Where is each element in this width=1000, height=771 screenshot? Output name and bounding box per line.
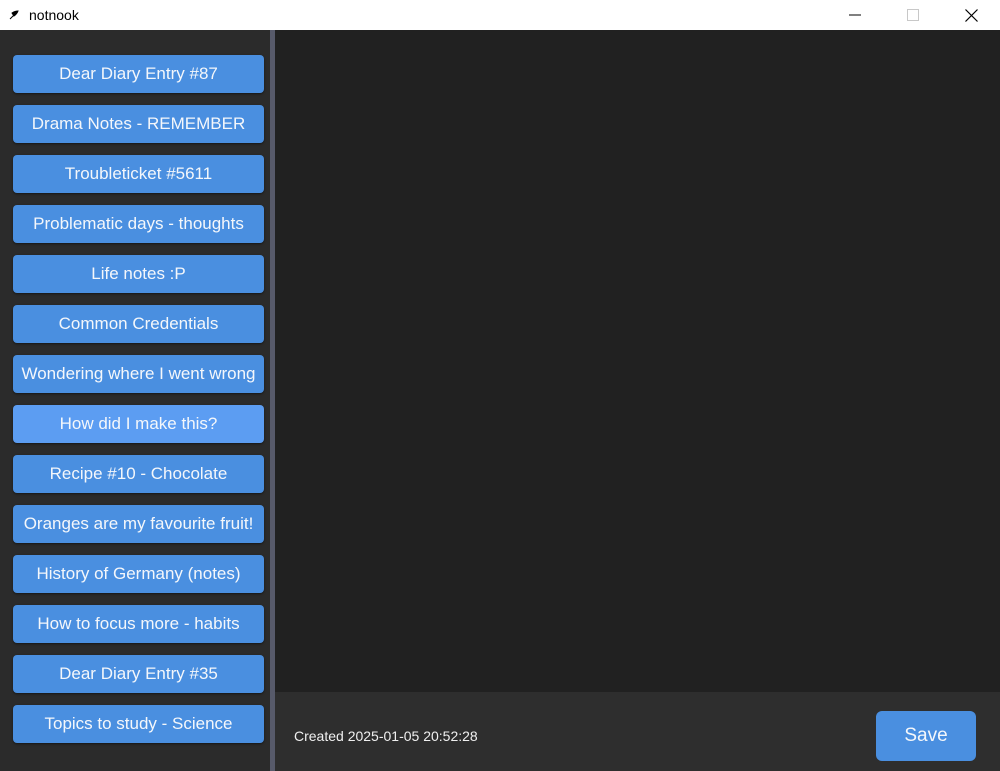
note-editor[interactable] [275,30,1000,692]
note-button[interactable]: Dear Diary Entry #35 [13,655,264,693]
close-button[interactable] [942,0,1000,30]
note-button-hovered[interactable]: How did I make this? [13,405,264,443]
title-bar[interactable]: notnook [0,0,1000,30]
note-button[interactable]: Dear Diary Entry #87 [13,55,264,93]
minimize-button[interactable] [826,0,884,30]
save-button[interactable]: Save [876,711,976,761]
note-button[interactable]: Wondering where I went wrong [13,355,264,393]
note-button[interactable]: Recipe #10 - Chocolate [13,455,264,493]
window-title: notnook [29,7,79,23]
note-button[interactable]: Troubleticket #5611 [13,155,264,193]
notes-sidebar: Dear Diary Entry #87 Drama Notes - REMEM… [0,30,270,771]
app-window: notnook Dear Diary Entry #87 Drama Notes… [0,0,1000,771]
note-button[interactable]: Oranges are my favourite fruit! [13,505,264,543]
feather-icon [9,10,19,20]
note-button[interactable]: Life notes :P [13,255,264,293]
note-button[interactable]: Topics to study - Science [13,705,264,743]
minimize-icon [849,14,861,16]
window-controls [826,0,1000,30]
maximize-button[interactable] [884,0,942,30]
maximize-icon [907,9,919,21]
note-button[interactable]: Drama Notes - REMEMBER [13,105,264,143]
editor-footer: Created 2025-01-05 20:52:28 Save [275,692,1000,771]
note-button[interactable]: History of Germany (notes) [13,555,264,593]
created-timestamp: Created 2025-01-05 20:52:28 [294,728,478,744]
note-button[interactable]: Common Credentials [13,305,264,343]
note-button[interactable]: Problematic days - thoughts [13,205,264,243]
close-icon [964,8,978,22]
notes-list: Dear Diary Entry #87 Drama Notes - REMEM… [13,55,264,755]
note-button[interactable]: How to focus more - habits [13,605,264,643]
